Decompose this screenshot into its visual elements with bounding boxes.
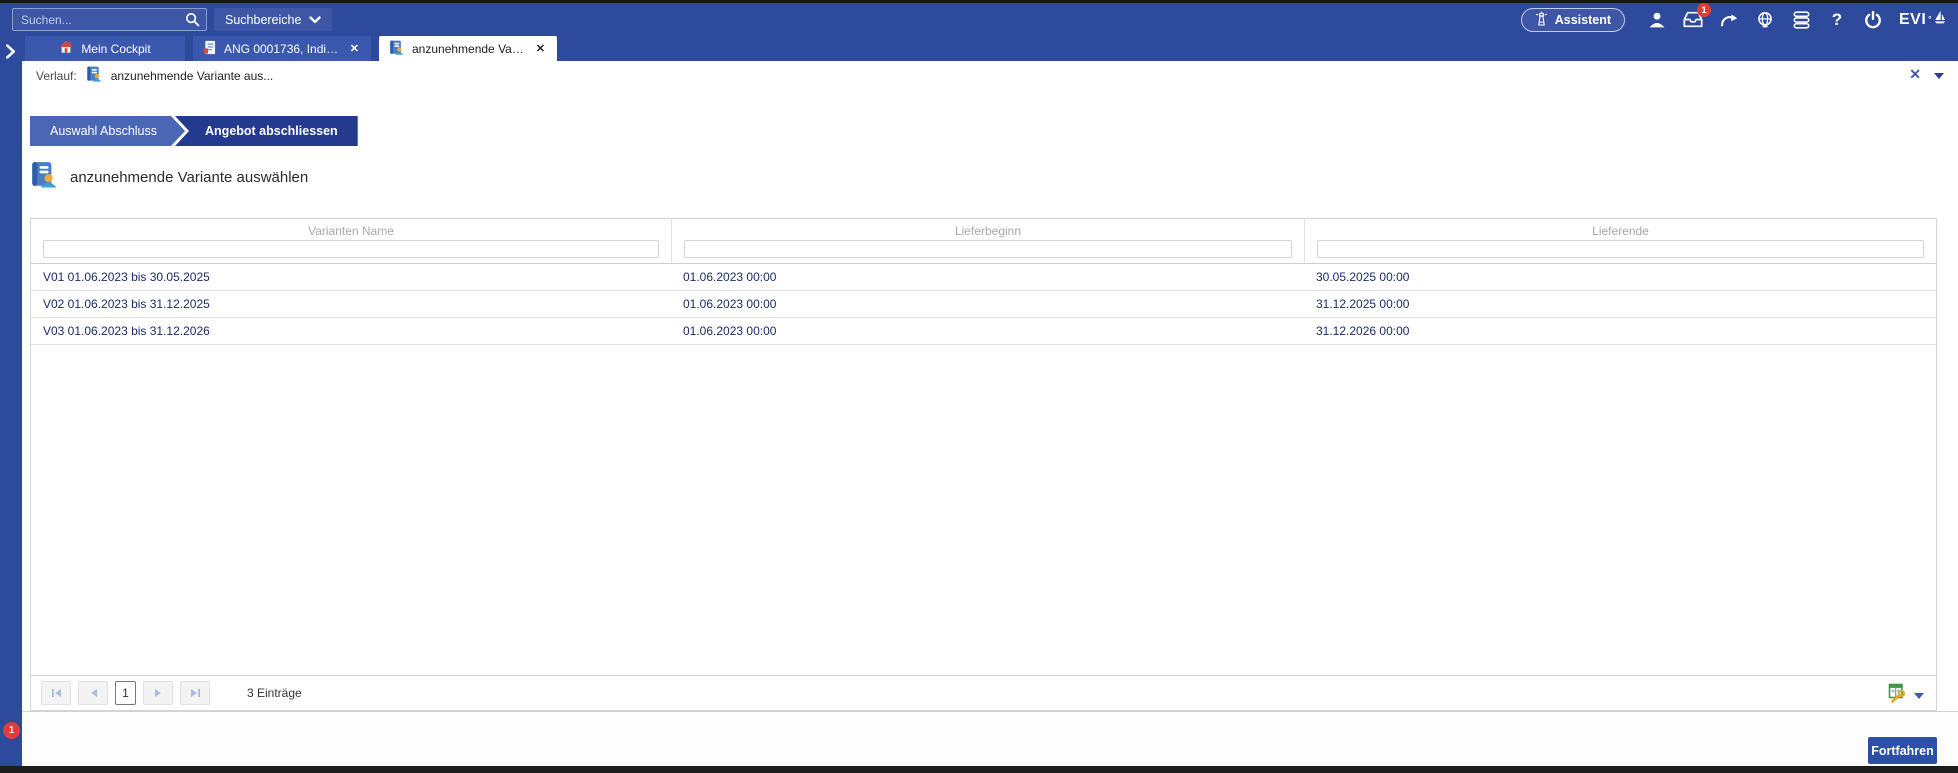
main-content: Verlauf: anzunehmende Variante aus... ✕ … <box>22 61 1958 711</box>
filter-varianten-name-input[interactable] <box>43 240 659 258</box>
search-input[interactable] <box>13 9 178 30</box>
filter-lieferende-input[interactable] <box>1317 240 1924 258</box>
table-empty-area <box>31 345 1936 675</box>
pagination-bar: 1 3 Einträge <box>31 675 1936 710</box>
wizard-steps: Auswahl Abschluss Angebot abschliessen <box>30 116 358 146</box>
lighthouse-icon <box>1535 11 1548 29</box>
page-header: anzunehmende Variante auswählen <box>30 161 308 193</box>
search-icon[interactable] <box>178 9 206 30</box>
cell-lieferende: 31.12.2025 00:00 <box>1304 291 1936 317</box>
tab-close-icon[interactable]: ✕ <box>534 42 547 55</box>
table-row[interactable]: V03 01.06.2023 bis 31.12.2026 01.06.2023… <box>31 318 1936 345</box>
topbar: Suchbereiche Assistent 1 <box>0 3 1958 36</box>
redo-icon[interactable] <box>1716 7 1742 33</box>
wizard-step-label: Angebot abschliessen <box>205 124 338 138</box>
next-page-button[interactable] <box>143 681 173 705</box>
sidebar-alert-badge[interactable]: 1 <box>3 722 20 739</box>
globe-icon[interactable] <box>1752 7 1778 33</box>
cell-lieferende: 30.05.2025 00:00 <box>1304 264 1936 290</box>
wizard-step-angebot-abschliessen[interactable]: Angebot abschliessen <box>175 116 358 146</box>
first-page-button[interactable] <box>41 681 71 705</box>
inbox-icon[interactable]: 1 <box>1680 7 1706 33</box>
assistant-label: Assistent <box>1555 13 1611 27</box>
tab-bar: Mein Cockpit ANG 0001736, Indivi... ✕ an… <box>22 36 1958 61</box>
global-search <box>12 8 207 31</box>
user-icon[interactable] <box>1644 7 1670 33</box>
search-scope-dropdown[interactable]: Suchbereiche <box>214 8 332 31</box>
table-header: Varianten Name Lieferbeginn Lieferende <box>31 219 1936 264</box>
wizard-step-label: Auswahl Abschluss <box>50 124 157 138</box>
sailboat-icon <box>1934 10 1946 30</box>
cell-varianten-name: V03 01.06.2023 bis 31.12.2026 <box>31 318 671 344</box>
export-control[interactable] <box>1887 683 1924 708</box>
brand-logo: EVI° <box>1899 10 1946 30</box>
cell-lieferbeginn: 01.06.2023 00:00 <box>671 264 1304 290</box>
current-page-indicator[interactable]: 1 <box>115 681 136 705</box>
tab-label: Mein Cockpit <box>81 42 150 56</box>
wizard-step-auswahl-abschluss[interactable]: Auswahl Abschluss <box>30 116 185 146</box>
tab-close-icon[interactable]: ✕ <box>348 42 361 55</box>
database-icon[interactable] <box>1788 7 1814 33</box>
history-bar: Verlauf: anzunehmende Variante aus... ✕ <box>22 61 1958 91</box>
tab-ang-0001736[interactable]: ANG 0001736, Indivi... ✕ <box>193 36 371 61</box>
column-lieferbeginn: Lieferbeginn <box>671 219 1304 263</box>
filter-lieferbeginn-input[interactable] <box>684 240 1292 258</box>
help-icon[interactable]: ? <box>1824 7 1850 33</box>
last-page-button[interactable] <box>180 681 210 705</box>
column-header-label[interactable]: Lieferende <box>1305 219 1936 239</box>
cell-lieferende: 31.12.2026 00:00 <box>1304 318 1936 344</box>
variant-book-icon <box>30 161 57 193</box>
history-item[interactable]: anzunehmende Variante aus... <box>111 69 274 83</box>
entry-count-label: 3 Einträge <box>247 686 302 700</box>
brand-text: EVI <box>1899 11 1926 29</box>
cell-lieferbeginn: 01.06.2023 00:00 <box>671 291 1304 317</box>
variants-table: Varianten Name Lieferbeginn Lieferende V… <box>30 218 1937 711</box>
column-varianten-name: Varianten Name <box>31 219 671 263</box>
excel-export-icon <box>1887 683 1907 708</box>
sidebar-collapsed-strip: 1 <box>0 36 22 766</box>
table-row[interactable]: V01 01.06.2023 bis 30.05.2025 01.06.2023… <box>31 264 1936 291</box>
variant-book-icon <box>86 66 102 87</box>
page-title: anzunehmende Variante auswählen <box>70 169 308 186</box>
sidebar-expand-icon[interactable] <box>5 44 16 64</box>
tab-label: anzunehmende Varia... <box>412 42 526 56</box>
cell-varianten-name: V02 01.06.2023 bis 31.12.2025 <box>31 291 671 317</box>
tab-anzunehmende-variante[interactable]: anzunehmende Varia... ✕ <box>379 36 557 61</box>
column-lieferende: Lieferende <box>1304 219 1936 263</box>
export-menu-caret-icon <box>1914 693 1924 699</box>
window-bottom-edge <box>0 766 1958 773</box>
view-menu-caret-icon[interactable] <box>1934 73 1944 79</box>
close-view-icon[interactable]: ✕ <box>1909 67 1921 81</box>
tab-label: ANG 0001736, Indivi... <box>224 42 340 56</box>
previous-page-button[interactable] <box>78 681 108 705</box>
action-footer: Fortfahren <box>22 711 1958 766</box>
help-glyph: ? <box>1832 10 1842 30</box>
table-row[interactable]: V02 01.06.2023 bis 31.12.2025 01.06.2023… <box>31 291 1936 318</box>
cell-lieferbeginn: 01.06.2023 00:00 <box>671 318 1304 344</box>
assistant-button[interactable]: Assistent <box>1521 8 1625 32</box>
column-header-label[interactable]: Varianten Name <box>31 219 671 239</box>
continue-button[interactable]: Fortfahren <box>1868 737 1937 764</box>
search-scope-label: Suchbereiche <box>225 13 301 27</box>
chevron-down-icon <box>309 13 321 27</box>
cell-varianten-name: V01 01.06.2023 bis 30.05.2025 <box>31 264 671 290</box>
column-header-label[interactable]: Lieferbeginn <box>672 219 1304 239</box>
document-icon <box>203 40 216 58</box>
history-label: Verlauf: <box>36 69 77 83</box>
notification-badge: 1 <box>1697 3 1711 17</box>
home-icon <box>59 40 73 57</box>
app-window: Suchbereiche Assistent 1 <box>0 0 1958 773</box>
tab-mein-cockpit[interactable]: Mein Cockpit <box>25 36 185 61</box>
logout-power-icon[interactable] <box>1860 7 1886 33</box>
variant-book-icon <box>389 40 404 58</box>
